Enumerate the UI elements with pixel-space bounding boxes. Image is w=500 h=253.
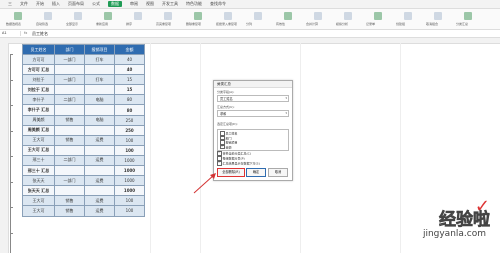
watermark-logo: 经验啦 bbox=[439, 210, 491, 231]
watermark-url: jingyanla.com bbox=[422, 229, 486, 239]
annotation-arrow bbox=[193, 173, 216, 194]
arrow-line bbox=[193, 174, 215, 194]
